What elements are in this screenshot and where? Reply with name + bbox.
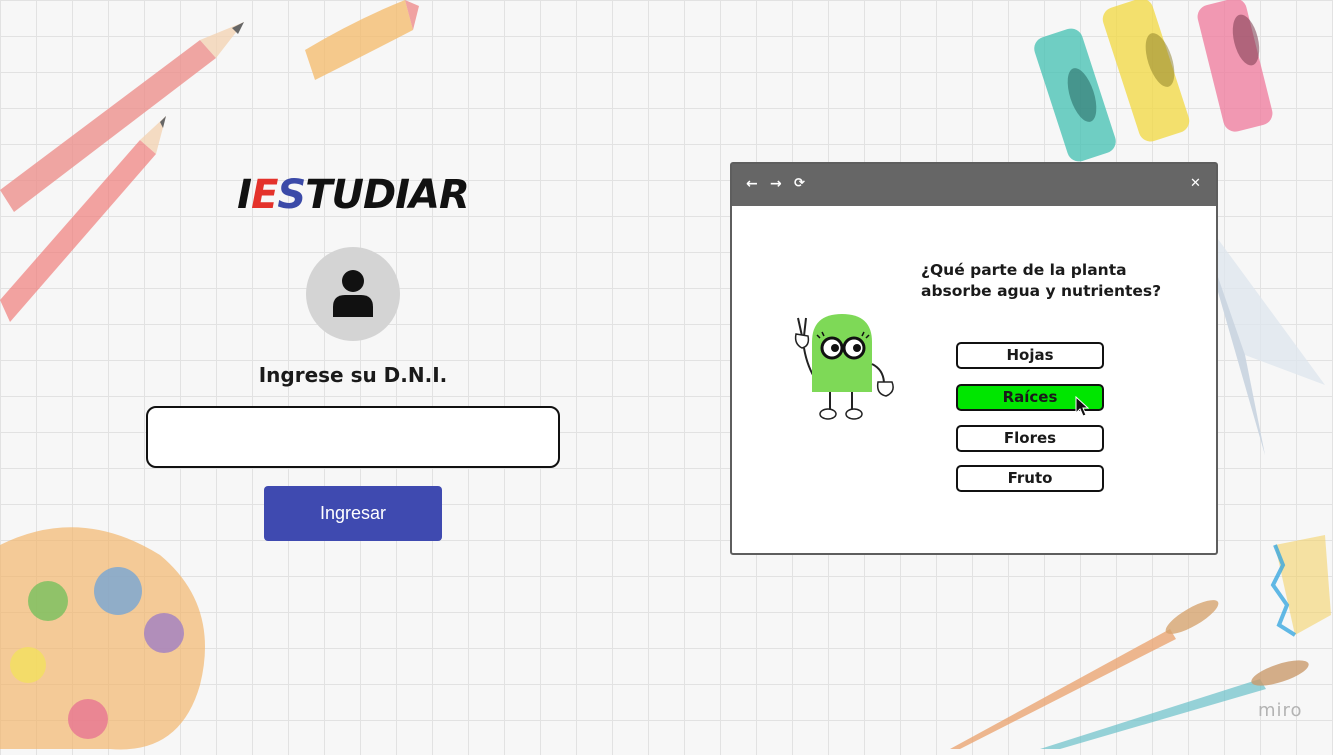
reload-icon[interactable]: ⟳ xyxy=(794,174,805,194)
paint-palette-illustration xyxy=(0,527,205,750)
mascot-illustration xyxy=(794,314,894,420)
pencil-shaving-illustration xyxy=(305,0,419,80)
quiz-question: ¿Qué parte de la planta absorbe agua y n… xyxy=(921,261,1162,300)
mouse-pointer-icon xyxy=(1075,396,1089,417)
answer-option-hojas[interactable]: Hojas xyxy=(956,342,1104,369)
user-icon xyxy=(333,270,373,317)
app-logo: IESTUDIAR xyxy=(237,172,470,218)
answer-option-flores[interactable]: Flores xyxy=(956,425,1104,452)
miro-watermark: miro xyxy=(1258,700,1303,721)
pencils-illustration xyxy=(0,22,244,322)
close-icon[interactable]: ✕ xyxy=(1190,174,1201,194)
answer-option-fruto[interactable]: Fruto xyxy=(956,465,1104,492)
dni-label: Ingrese su D.N.I. xyxy=(258,363,448,387)
forward-arrow-icon[interactable]: → xyxy=(770,174,782,194)
back-arrow-icon[interactable]: ← xyxy=(746,174,758,194)
window-titlebar: ← → ⟳ ✕ xyxy=(732,164,1216,206)
pencil-shaving-blue-illustration xyxy=(1270,535,1331,637)
dni-input[interactable] xyxy=(146,406,560,468)
user-avatar xyxy=(306,247,400,341)
submit-button[interactable]: Ingresar xyxy=(264,486,442,541)
crayons-illustration xyxy=(1034,0,1273,162)
quiz-window: ← → ⟳ ✕ ¿Qué parte de la planta absorbe … xyxy=(730,162,1218,555)
